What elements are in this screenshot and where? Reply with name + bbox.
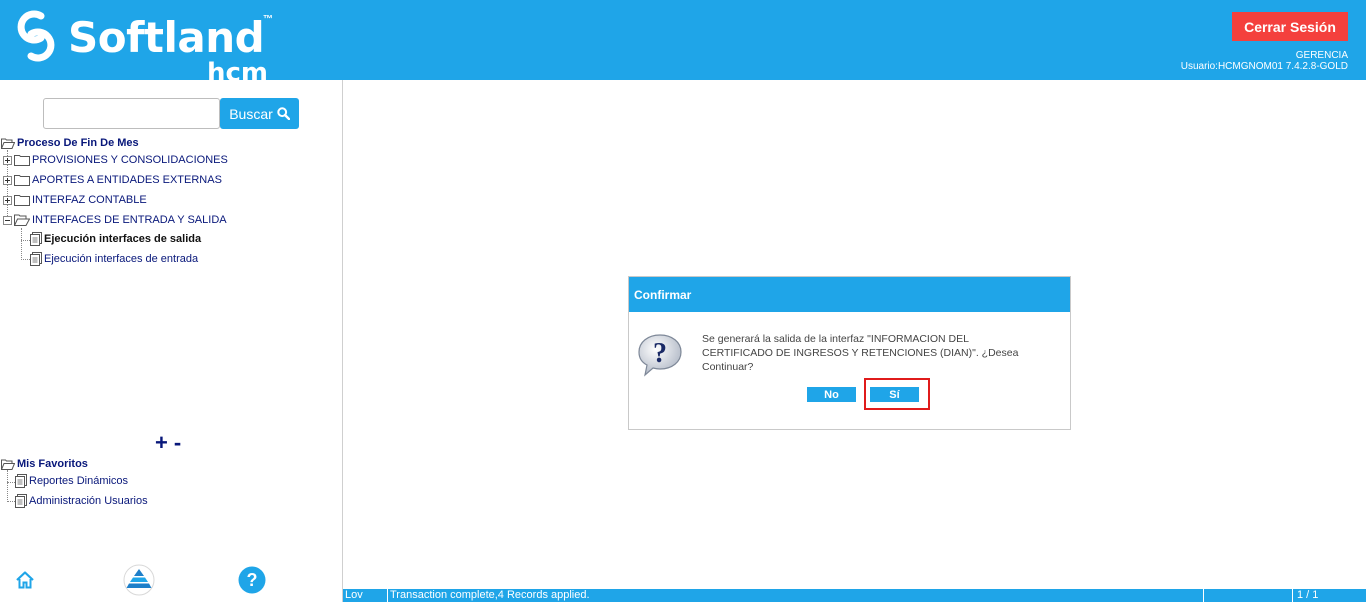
question-icon: ? [638,334,682,377]
logo-subtitle: hcm [207,58,269,80]
status-pages: 1 / 1 [1297,589,1319,601]
user-line: Usuario:HCMGNOM01 7.4.2.8-GOLD [1180,61,1348,72]
status-bar: Lov Transaction complete,4 Records appli… [343,589,1366,602]
softland-logo: Softland ™ hcm [10,8,280,80]
document-icon [15,474,27,488]
company-name: GERENCIA [1295,50,1348,61]
favorite-item-label: Reportes Dinámicos [29,475,129,487]
favorite-item-label: Administración Usuarios [29,495,148,507]
favorite-item-reportes[interactable]: Reportes Dinámicos [15,474,128,488]
favorites-tree: Mis Favoritos Reportes Dinámicos Adminis… [0,80,343,520]
favorites-root[interactable]: Mis Favoritos [1,457,88,471]
help-icon[interactable]: ? [238,566,266,594]
svg-text:?: ? [247,570,258,590]
content-area: Confirmar ? Se generará la salida de la … [343,80,1366,589]
app-header: Softland ™ hcm Cerrar Sesión GERENCIA Us… [0,0,1366,80]
pyramid-icon[interactable] [123,564,155,596]
document-icon [15,494,27,508]
svg-text:?: ? [653,338,667,369]
home-icon[interactable] [15,570,35,590]
softland-logo-icon [17,10,55,62]
logo-trademark: ™ [263,14,273,25]
status-message: Transaction complete,4 Records applied. [390,589,590,601]
no-button[interactable]: No [807,387,856,402]
logout-button[interactable]: Cerrar Sesión [1232,12,1348,41]
user-info: GERENCIA Usuario:HCMGNOM01 7.4.2.8-GOLD [1181,50,1348,72]
logo-wordmark: Softland [68,13,265,62]
navigation-panel: Buscar Proceso De Fin De Mes PROVISIONES… [0,80,343,602]
folder-open-icon [1,459,15,470]
bottom-toolbar: ? [0,564,343,596]
favorites-root-label: Mis Favoritos [17,458,88,470]
dialog-message: Se generará la salida de la interfaz "IN… [702,333,1019,373]
dialog-title: Confirmar [629,277,1070,312]
status-mode: Lov [345,589,363,601]
highlight-box [864,378,930,410]
favorite-item-administracion[interactable]: Administración Usuarios [15,494,148,508]
confirm-dialog: Confirmar ? Se generará la salida de la … [628,276,1071,430]
